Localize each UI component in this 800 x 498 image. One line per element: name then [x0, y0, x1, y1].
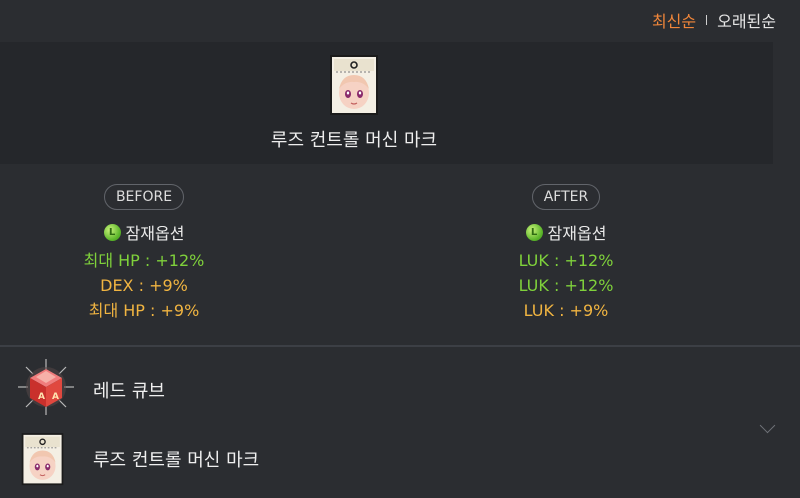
history-item-row[interactable]: 루즈 컨트롤 머신 마크 — [0, 428, 800, 488]
face-accessory-icon — [21, 433, 64, 486]
history-cube-row[interactable]: A A 레드 큐브 — [0, 357, 800, 417]
red-cube-icon: A A — [18, 359, 74, 415]
before-option-line-2: DEX : +9% — [100, 276, 188, 295]
sort-bar: 최신순 오래된순 — [652, 0, 800, 40]
after-option-title: 잠재옵션 — [547, 224, 607, 243]
before-option-header: 잠재옵션 — [0, 220, 294, 244]
scroll-gutter — [773, 42, 800, 164]
history-item-name: 루즈 컨트롤 머신 마크 — [93, 450, 260, 471]
sort-newest[interactable]: 최신순 — [652, 8, 696, 32]
potential-compare: BEFORE 잠재옵션 최대 HP : +12% DEX : +9% 최대 HP… — [0, 164, 800, 345]
sort-oldest[interactable]: 오래된순 — [717, 8, 776, 32]
after-column: AFTER 잠재옵션 LUK : +12% LUK : +12% LUK : +… — [416, 184, 716, 323]
svg-text:A: A — [38, 392, 45, 402]
before-column: BEFORE 잠재옵션 최대 HP : +12% DEX : +9% 최대 HP… — [0, 184, 294, 323]
after-option-header: 잠재옵션 — [416, 220, 716, 244]
after-badge: AFTER — [531, 184, 601, 210]
section-divider — [0, 345, 800, 347]
before-option-line-1: 최대 HP : +12% — [83, 251, 205, 270]
after-option-line-3: LUK : +9% — [523, 301, 609, 320]
before-badge: BEFORE — [103, 184, 185, 210]
history-cube-name: 레드 큐브 — [93, 381, 165, 402]
svg-text:A: A — [52, 392, 59, 402]
item-card: 루즈 컨트롤 머신 마크 — [0, 42, 773, 164]
after-option-line-1: LUK : +12% — [518, 251, 614, 270]
after-option-line-2: LUK : +12% — [518, 276, 614, 295]
face-accessory-icon — [330, 55, 378, 115]
sort-separator — [706, 15, 708, 25]
before-option-line-3: 최대 HP : +9% — [88, 301, 200, 320]
item-title: 루즈 컨트롤 머신 마크 — [270, 130, 438, 151]
legendary-l-icon — [103, 223, 121, 241]
legendary-l-icon — [525, 223, 543, 241]
before-option-title: 잠재옵션 — [125, 224, 185, 243]
